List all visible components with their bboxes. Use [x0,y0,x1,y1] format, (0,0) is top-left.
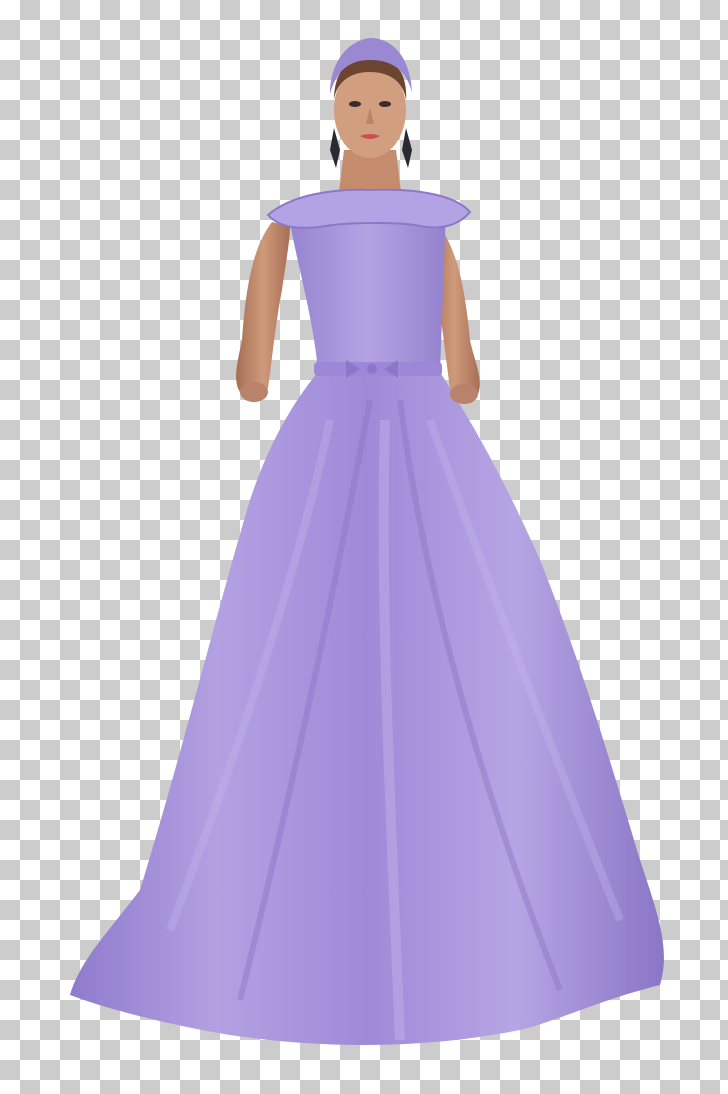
left-hand [240,382,268,402]
transparent-background [0,0,728,1094]
left-earring [330,128,340,168]
gown-belt [314,362,442,376]
right-earring [402,128,412,168]
left-arm [236,222,290,397]
model-in-lavender-gown [70,38,664,1046]
gown-skirt [70,372,664,1046]
right-hand [450,384,478,404]
gown-collar [266,188,472,229]
